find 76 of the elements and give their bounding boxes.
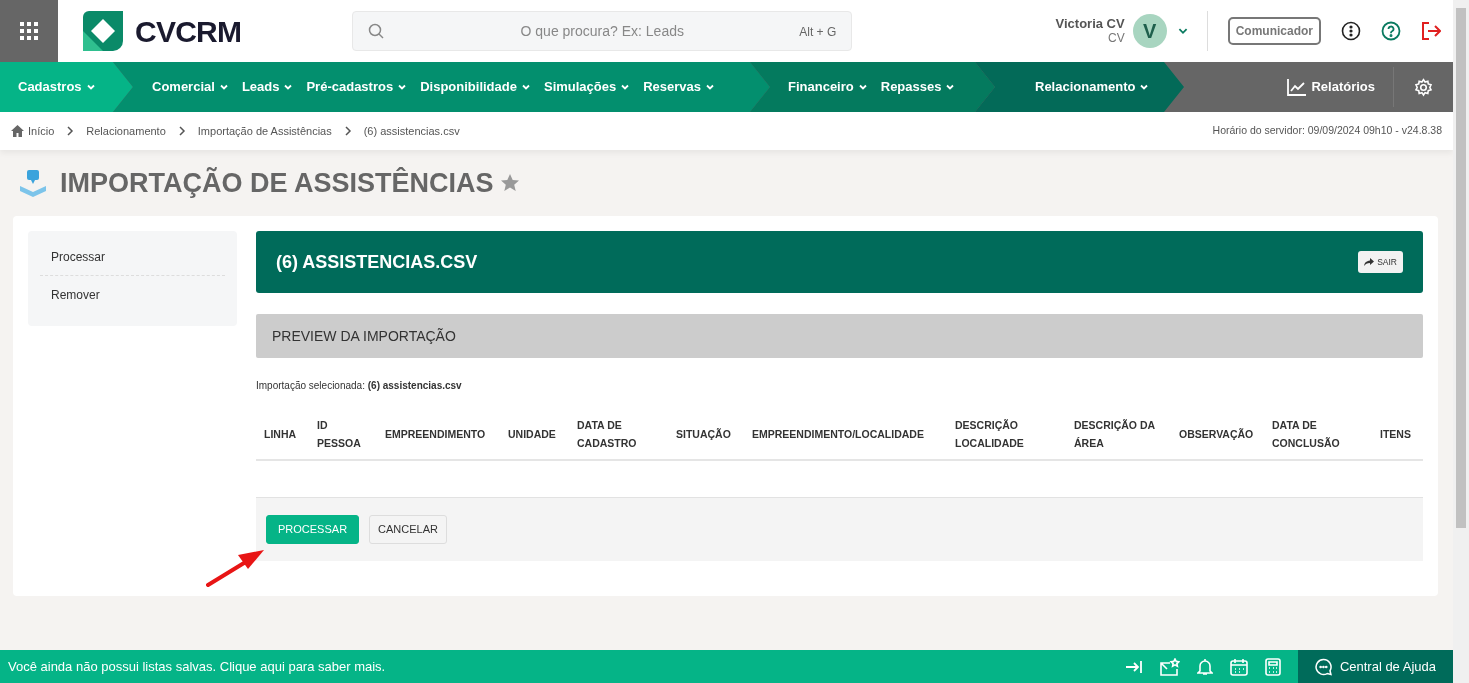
menu-item[interactable]: Comercial — [152, 77, 229, 97]
chevron-down-icon — [520, 82, 531, 92]
chevron-down-icon — [218, 82, 229, 92]
menu-item[interactable]: Pré-cadastros — [306, 77, 408, 97]
chevron-icon — [343, 126, 352, 136]
breadcrumb-link[interactable]: Início — [28, 122, 55, 140]
scrollbar[interactable] — [1453, 0, 1469, 683]
apps-grid-button[interactable] — [0, 0, 58, 62]
chevron-down-icon — [397, 82, 408, 92]
help-icon[interactable] — [1381, 21, 1401, 41]
search-icon — [368, 23, 385, 39]
column-header: DESCRIÇÃO DA ÁREA — [1073, 418, 1156, 451]
column-header: OBSERVAÇÃO — [1178, 427, 1255, 442]
column-header: DATA DE CADASTRO — [576, 418, 638, 451]
page-icon — [18, 168, 48, 198]
column-header: UNIDADE — [507, 427, 557, 442]
chevron-down-icon — [857, 82, 868, 92]
help-center-button[interactable]: Central de Ajuda — [1298, 650, 1453, 683]
bell-icon[interactable] — [1197, 657, 1213, 676]
shortcut-hint: Alt + G — [799, 24, 837, 41]
column-header: ID PESSOA — [316, 418, 362, 451]
chevron-down-icon — [620, 82, 631, 92]
breadcrumb-link[interactable]: Importação de Assistências — [197, 122, 332, 140]
logo-icon — [83, 11, 123, 51]
line-chart-icon — [1287, 78, 1307, 96]
column-header: EMPREENDIMENTO — [384, 427, 487, 442]
server-time: Horário do servidor: 09/09/2024 09h10 - v24.8.38 — [1212, 123, 1442, 139]
annotation-arrow — [206, 547, 266, 587]
user-role: CV — [1108, 31, 1125, 46]
more-options-icon[interactable] — [1341, 21, 1361, 41]
logo-text: CVCRM — [135, 13, 242, 50]
preview-title: PREVIEW DA IMPORTAÇÃO — [272, 326, 456, 346]
menu-item[interactable]: Relacionamento — [1035, 77, 1150, 97]
exit-button[interactable]: SAIR — [1358, 251, 1403, 273]
breadcrumb-link[interactable]: Relacionamento — [86, 122, 166, 140]
chat-bubble-icon — [1315, 657, 1332, 676]
breadcrumb-link[interactable]: (6) assistencias.csv — [363, 122, 460, 140]
user-name: Victoria CV — [1055, 16, 1125, 31]
chevron-down-icon — [705, 82, 716, 92]
envelope-star-icon[interactable] — [1160, 657, 1180, 676]
chevron-down-icon — [945, 82, 956, 92]
communicator-button[interactable]: Comunicador — [1227, 17, 1321, 45]
chevron-down-icon — [283, 82, 294, 92]
menu-item[interactable]: Leads — [241, 77, 294, 97]
menu-item[interactable]: Financeiro — [788, 77, 868, 97]
column-header: ITENS — [1379, 427, 1412, 442]
column-header: EMPREENDIMENTO/LOCALIDADE — [751, 427, 925, 442]
file-title: (6) ASSISTENCIAS.CSV — [276, 250, 478, 274]
column-header: DESCRIÇÃO LOCALIDADE — [954, 418, 1025, 451]
user-avatar[interactable]: V — [1132, 14, 1167, 48]
share-arrow-icon — [1364, 258, 1375, 266]
menu-item[interactable]: Repasses — [880, 77, 956, 97]
page-title: IMPORTAÇÃO DE ASSISTÊNCIAS — [60, 166, 494, 200]
column-header: DATA DE CONCLUSÃO — [1271, 418, 1341, 451]
chevron-down-icon — [85, 82, 96, 92]
menu-item[interactable]: Simulações — [543, 77, 631, 97]
column-header: SITUAÇÃO — [675, 427, 732, 442]
chevron-icon — [177, 126, 186, 136]
home-icon — [11, 125, 24, 137]
chevron-icon — [66, 126, 75, 136]
logout-icon[interactable] — [1421, 22, 1441, 40]
menu-item[interactable]: Disponibilidade — [420, 77, 531, 97]
menu-item[interactable]: Reservas — [643, 77, 716, 97]
calculator-icon[interactable] — [1265, 657, 1281, 676]
side-menu-item[interactable]: Processar — [40, 238, 225, 276]
calendar-icon[interactable] — [1230, 657, 1248, 676]
side-menu-item[interactable]: Remover — [40, 276, 225, 314]
grid-icon — [18, 20, 40, 42]
chevron-down-icon — [1139, 82, 1150, 92]
reports-link[interactable]: Relatórios — [1287, 77, 1375, 97]
cancel-button[interactable]: CANCELAR — [369, 515, 447, 544]
favorite-star-icon[interactable] — [499, 173, 520, 193]
column-header: LINHA — [263, 427, 298, 442]
selected-import-text: Importação selecionada: (6) assistencias.csv — [256, 379, 463, 393]
arrow-to-line-icon[interactable] — [1125, 659, 1143, 674]
settings-icon[interactable] — [1414, 77, 1433, 97]
